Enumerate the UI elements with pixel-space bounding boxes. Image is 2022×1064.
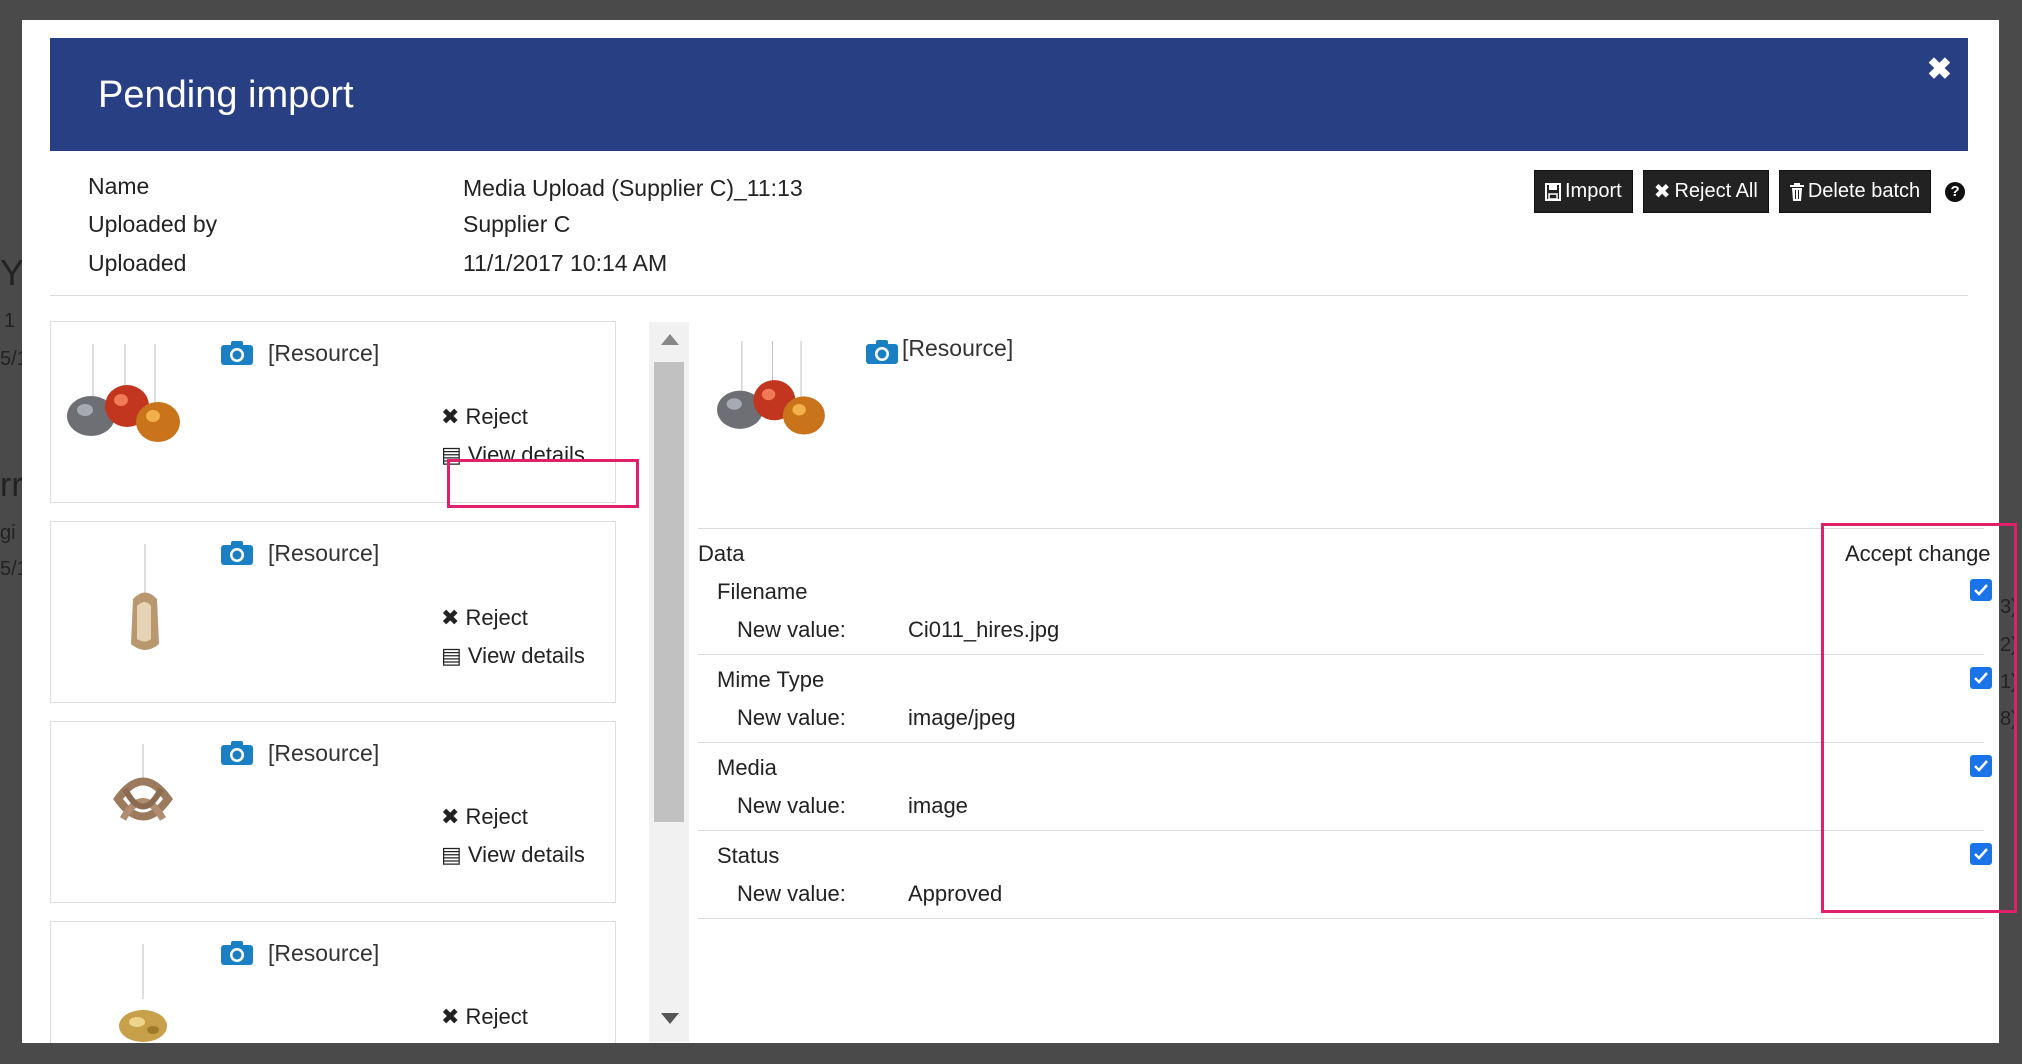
resource-label: [Resource] — [268, 340, 380, 366]
reject-all-label: Reject All — [1674, 180, 1758, 202]
resource-thumbnail — [119, 944, 167, 1042]
reject-link[interactable]: ✖ Reject — [441, 1004, 528, 1030]
delete-batch-button[interactable]: Delete batch — [1778, 170, 1932, 213]
view-details-link[interactable]: ▤ View details — [441, 643, 585, 669]
resource-thumbnail — [131, 544, 159, 650]
name-label: Name — [88, 173, 150, 199]
reject-all-button[interactable]: ✖ Reject All — [1642, 170, 1769, 213]
field-name-status: Status — [717, 843, 780, 868]
new-value-label: New value: — [737, 705, 846, 730]
view-details-highlight — [447, 459, 639, 508]
view-details-label: View details — [467, 643, 585, 668]
uploaded-label: Uploaded — [88, 250, 187, 276]
scroll-down-arrow-icon[interactable] — [661, 1013, 679, 1024]
resource-thumbnail — [113, 744, 173, 821]
name-value: Media Upload (Supplier C)_11:13 — [463, 175, 803, 201]
divider — [698, 654, 1984, 655]
field-name-media: Media — [717, 755, 777, 780]
resource-detail-panel: [Resource] Data Accept change Filename N… — [698, 303, 2017, 1043]
divider — [698, 528, 1984, 529]
view-details-label: View details — [467, 842, 585, 867]
reject-label: Reject — [465, 1004, 528, 1029]
x-icon: ✖ — [441, 605, 466, 630]
scrollbar-thumb[interactable] — [654, 362, 684, 822]
uploaded-by-label: Uploaded by — [88, 211, 218, 237]
x-icon: ✖ — [1653, 181, 1671, 203]
reject-label: Reject — [465, 404, 528, 429]
detail-thumbnail — [717, 341, 825, 435]
divider — [698, 830, 1984, 831]
divider — [50, 295, 1968, 296]
field-name-filename: Filename — [717, 579, 808, 604]
media-new-value: image — [908, 793, 968, 818]
bg-fragment: Y — [0, 252, 25, 293]
reject-link[interactable]: ✖ Reject — [441, 605, 528, 631]
x-icon: ✖ — [441, 404, 466, 429]
reject-link[interactable]: ✖ Reject — [441, 804, 528, 830]
accept-change-highlight — [1821, 523, 2017, 913]
trash-icon — [1789, 182, 1804, 201]
reject-link[interactable]: ✖ Reject — [441, 404, 528, 430]
close-icon[interactable]: ✖ — [1927, 52, 1952, 87]
reject-label: Reject — [465, 605, 528, 630]
camera-icon — [221, 341, 253, 365]
detail-resource-label: [Resource] — [902, 335, 1014, 361]
view-details-link[interactable]: ▤ View details — [441, 842, 585, 868]
import-label: Import — [1565, 180, 1622, 202]
batch-toolbar: Import ✖ Reject All Delete batch ? — [1534, 170, 1966, 213]
mime-type-new-value: image/jpeg — [908, 705, 1016, 730]
bg-fragment: gi — [0, 522, 16, 544]
resource-label: [Resource] — [268, 540, 380, 566]
resource-label: [Resource] — [268, 940, 380, 966]
delete-batch-label: Delete batch — [1807, 180, 1921, 202]
pending-import-dialog: Pending import ✖ Name Media Upload (Supp… — [22, 20, 2017, 1043]
resource-list: [Resource] ✖ Reject ▤ View details [Reso… — [50, 303, 642, 1043]
import-button[interactable]: Import — [1534, 170, 1633, 213]
filename-new-value: Ci011_hires.jpg — [908, 617, 1060, 642]
camera-icon — [866, 340, 898, 364]
data-header: Data — [698, 541, 745, 566]
scroll-up-arrow-icon[interactable] — [661, 334, 679, 345]
list-icon: ▤ — [441, 842, 468, 867]
bg-fragment: rr — [0, 466, 23, 504]
x-icon: ✖ — [441, 1004, 466, 1029]
list-icon: ▤ — [441, 643, 468, 668]
x-icon: ✖ — [441, 804, 466, 829]
bg-fragment: 1 — [4, 310, 16, 332]
reject-label: Reject — [465, 804, 528, 829]
dialog-header: Pending import ✖ — [50, 38, 1968, 151]
divider — [698, 742, 1984, 743]
uploaded-value: 11/1/2017 10:14 AM — [463, 250, 668, 276]
list-scrollbar[interactable] — [649, 322, 689, 1042]
camera-icon — [221, 741, 253, 765]
resource-card: [Resource] ✖ Reject — [50, 921, 616, 1043]
dialog-title: Pending import — [98, 74, 354, 116]
status-new-value: Approved — [908, 881, 1003, 906]
new-value-label: New value: — [737, 793, 846, 818]
camera-icon — [221, 541, 253, 565]
resource-thumbnail — [67, 344, 180, 442]
field-name-mime-type: Mime Type — [717, 667, 825, 692]
resource-label: [Resource] — [268, 740, 380, 766]
camera-icon — [221, 941, 253, 965]
new-value-label: New value: — [737, 881, 846, 906]
uploaded-by-value: Supplier C — [463, 211, 571, 237]
resource-card: [Resource] ✖ Reject ▤ View details — [50, 521, 616, 703]
new-value-label: New value: — [737, 617, 846, 642]
help-icon[interactable]: ? — [1945, 181, 1966, 202]
divider — [698, 918, 1984, 919]
save-icon — [1545, 182, 1561, 201]
resource-card: [Resource] ✖ Reject ▤ View details — [50, 721, 616, 903]
